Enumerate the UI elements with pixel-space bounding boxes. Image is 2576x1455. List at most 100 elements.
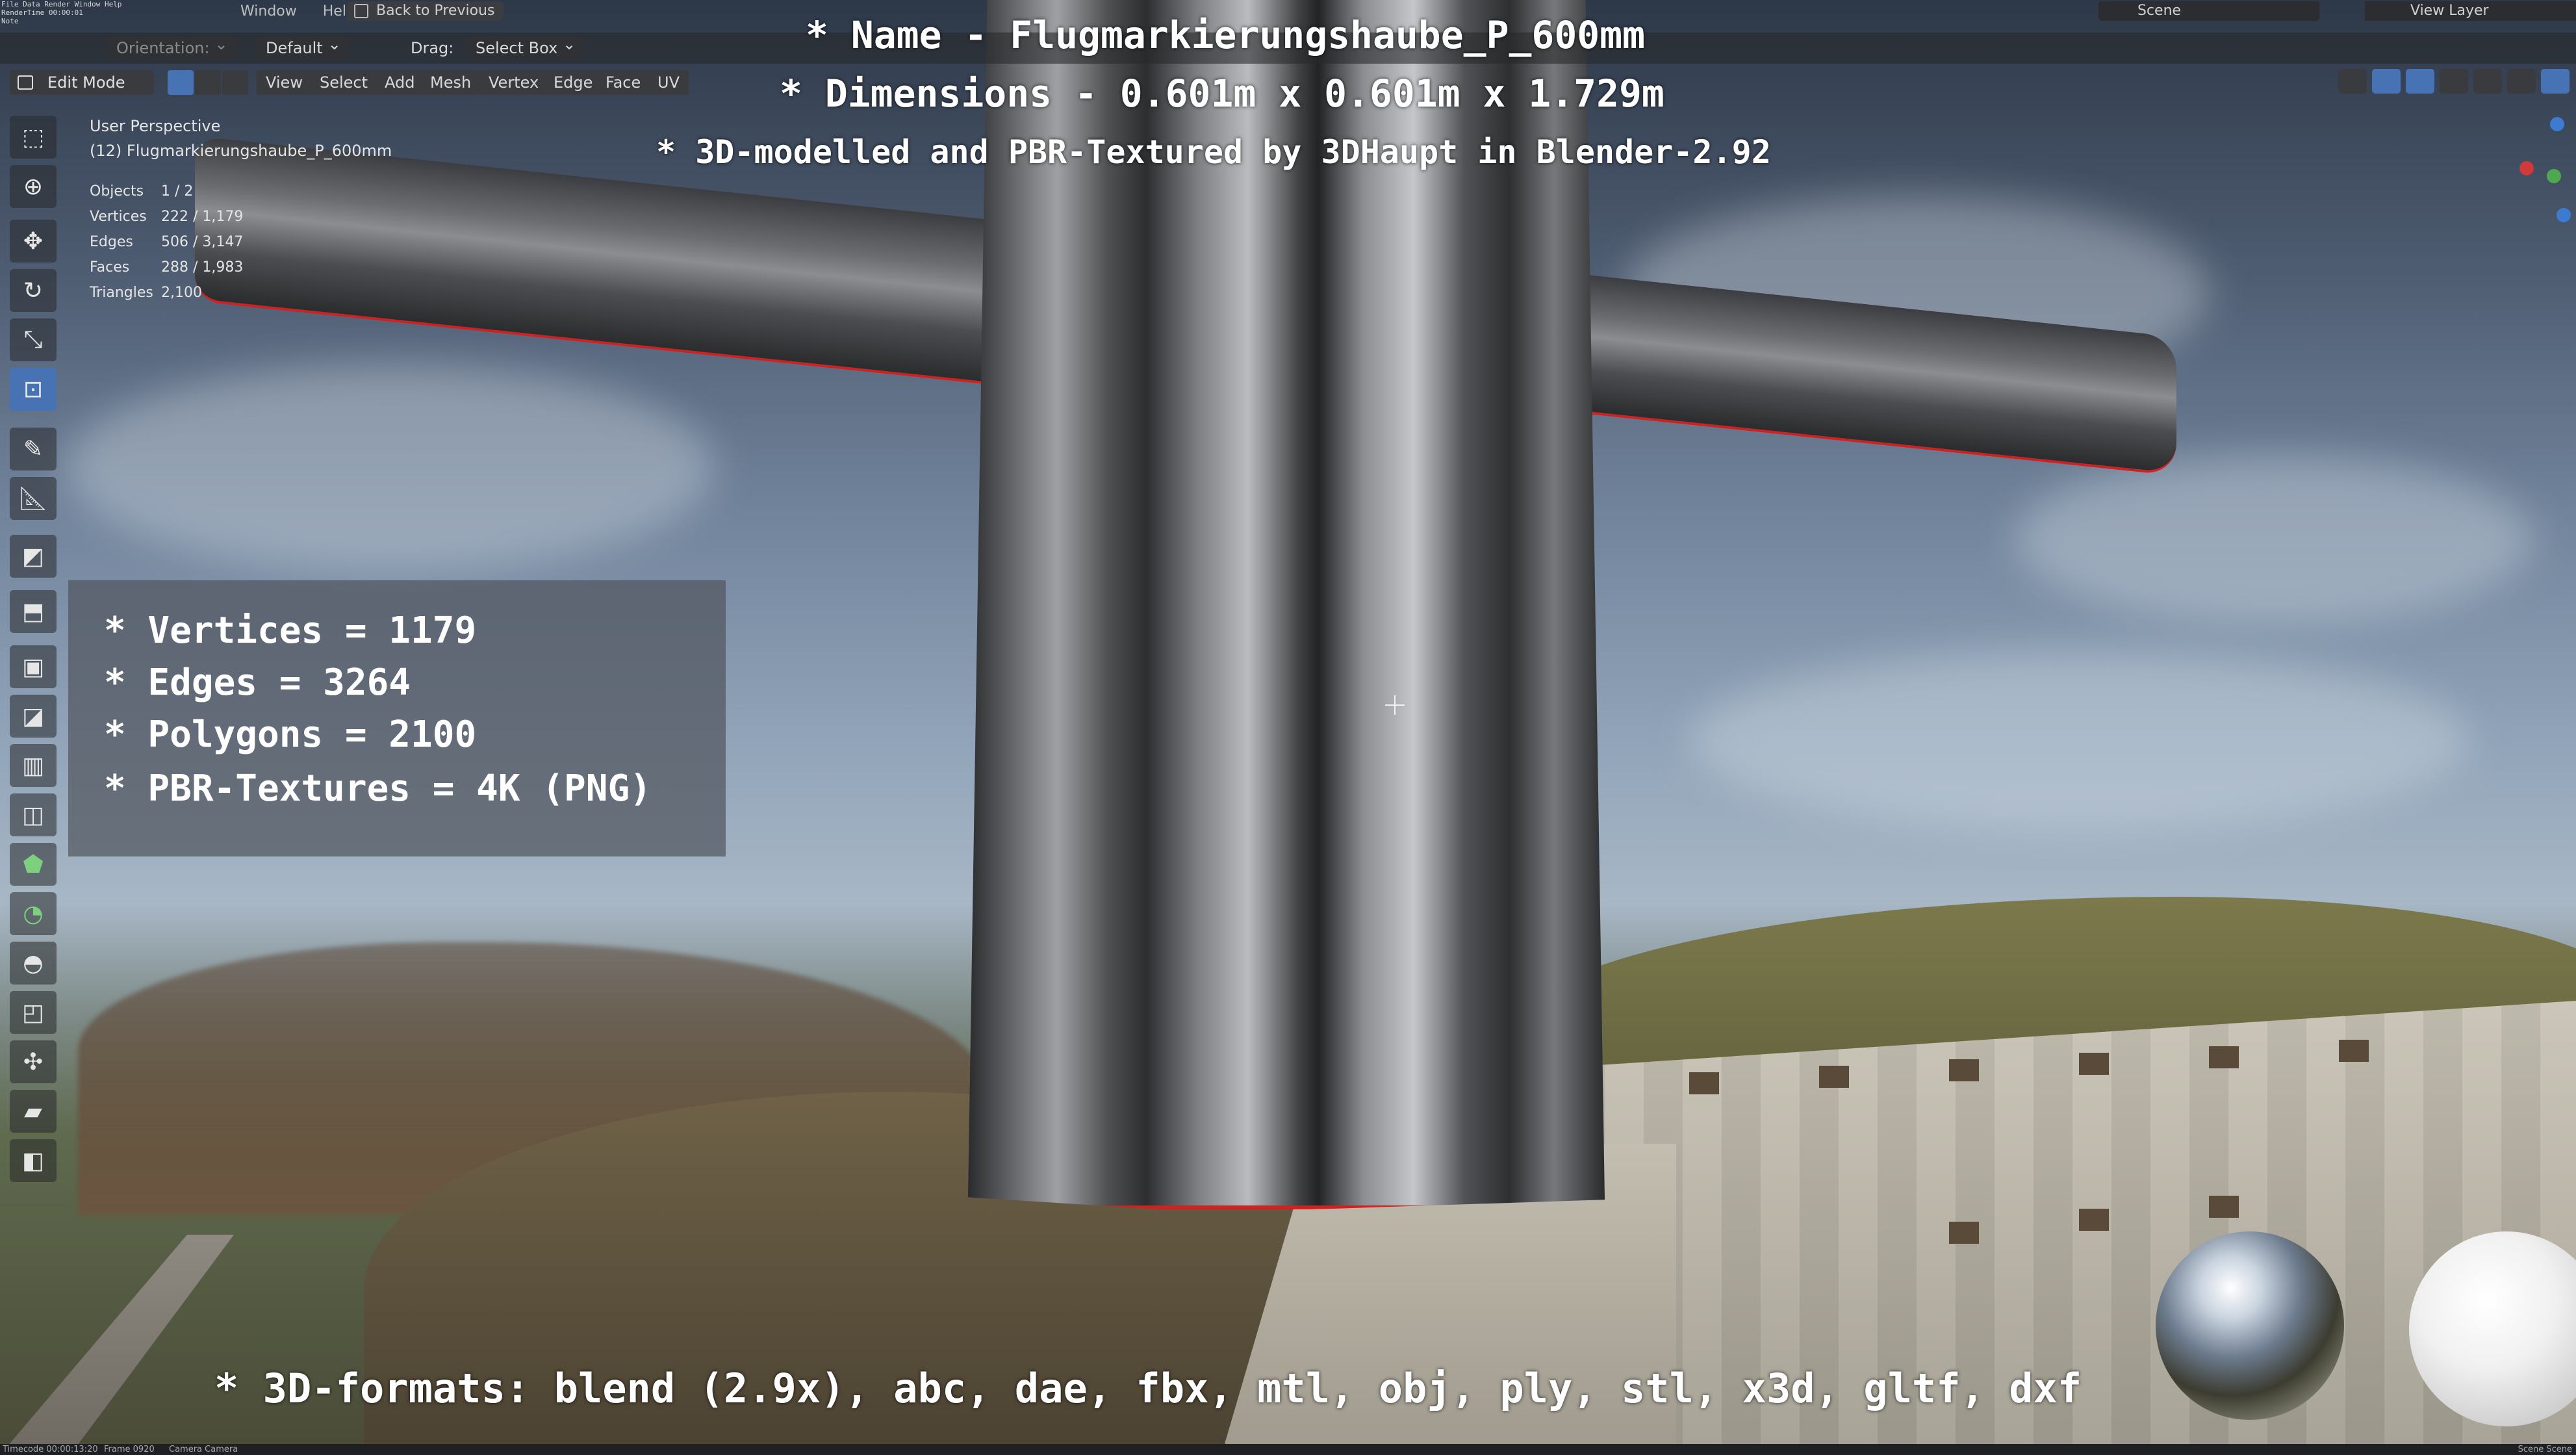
pivot-label: Default [266, 39, 323, 57]
fullscreen-icon [354, 4, 368, 18]
measure-icon[interactable]: 📐︎ [10, 477, 57, 520]
wall-embrasure [2079, 1209, 2109, 1231]
edit-mode-icon [18, 75, 33, 90]
smooth-icon[interactable]: ◓ [10, 942, 57, 985]
bevel-icon[interactable]: ◪ [10, 695, 57, 738]
mode-label: Edit Mode [47, 73, 125, 92]
menu-add[interactable]: Add [376, 70, 424, 95]
scene-label: Scene [2137, 3, 2182, 19]
scene-selector[interactable]: Scene [2098, 1, 2319, 21]
extrude-icon[interactable]: ⬒ [10, 590, 57, 633]
select-mode-buttons [168, 70, 248, 95]
edge-slide-icon[interactable]: ◰ [10, 991, 57, 1034]
edge-select-button[interactable] [195, 70, 221, 95]
rip-icon[interactable]: ◧ [10, 1139, 57, 1182]
stat-row: Faces 288 / 1,983 [90, 255, 243, 280]
back-to-previous-button[interactable]: Back to Previous [348, 1, 504, 21]
cursor-icon[interactable]: ⊕ [10, 165, 57, 208]
wall-embrasure [1949, 1222, 1979, 1244]
viewport-stats: Objects 1 / 2 Vertices 222 / 1,179 Edges 50… [90, 179, 243, 305]
dimensions-value: 0.601m x 0.601m x 1.729m [1119, 71, 1664, 116]
3d-cursor-icon[interactable] [1385, 695, 1405, 715]
overlay-stat-line: * Edges = 3264 [104, 662, 411, 704]
spin-icon[interactable]: ◔ [10, 892, 57, 935]
object-name-label: (12) Flugmarkierungshaube_P_600mm [90, 142, 392, 160]
rotate-icon[interactable]: ↻ [10, 269, 57, 312]
face-select-button[interactable] [222, 70, 248, 95]
menu-edge[interactable]: Edge [544, 70, 602, 95]
annotate-icon[interactable]: ✎ [10, 428, 57, 470]
stat-key: Faces [90, 259, 130, 276]
gizmo-neg-z-icon[interactable] [2557, 208, 2571, 222]
perspective-label: User Perspective [90, 117, 221, 135]
material-shading-icon[interactable] [2541, 69, 2570, 94]
wall-embrasure [2339, 1040, 2369, 1062]
stat-row: Objects 1 / 2 [90, 179, 243, 204]
menu-window[interactable]: Window [240, 3, 297, 19]
stat-key: Edges [90, 234, 133, 250]
gizmo-x-axis-icon[interactable] [2519, 161, 2534, 175]
status-scene: Scene Scene [2518, 1445, 2572, 1454]
drag-label: Drag: [411, 39, 454, 57]
transform-icon[interactable]: ⊡ [10, 368, 57, 411]
poly-build-icon[interactable]: ⬟ [10, 843, 57, 886]
pivot-dropdown[interactable]: Default [257, 32, 349, 60]
scale-icon[interactable]: ⤡ [10, 318, 57, 361]
menu-uv[interactable]: UV [648, 70, 689, 95]
inset-icon[interactable]: ▣ [10, 645, 57, 688]
overlay-stat-line: * Polygons = 2100 [104, 714, 477, 756]
gizmo-z-axis-icon[interactable] [2550, 117, 2564, 131]
xray-toggle-icon[interactable] [2440, 69, 2468, 94]
overlay-stat-line: * PBR-Textures = 4K (PNG) [104, 767, 652, 810]
shear-icon[interactable]: ▰ [10, 1090, 57, 1133]
select-box-icon[interactable]: ⬚ [10, 116, 57, 159]
wall-embrasure [1949, 1059, 1979, 1081]
stat-value: 506 / 3,147 [161, 234, 244, 250]
add-cube-icon[interactable]: ◩ [10, 535, 57, 578]
wall-embrasure [2209, 1196, 2239, 1218]
visibility-icon[interactable] [2338, 69, 2367, 94]
loop-cut-icon[interactable]: ▥ [10, 744, 57, 787]
knife-icon[interactable]: ◫ [10, 793, 57, 836]
overlay-stat-line: * Vertices = 1179 [104, 610, 477, 652]
orientation-dropdown[interactable]: Orientation: [107, 32, 236, 60]
menu-mesh[interactable]: Mesh [421, 70, 481, 95]
back-button-label: Back to Previous [376, 3, 495, 19]
menu-vertex[interactable]: Vertex [479, 70, 548, 95]
status-bar: Timecode 00:00:13:20 Frame 0920 Camera C… [0, 1444, 2576, 1455]
gizmo-y-axis-icon[interactable] [2547, 169, 2561, 183]
stat-value: 2,100 [161, 285, 202, 301]
model-arm-left[interactable] [195, 136, 1007, 387]
wireframe-shading-icon[interactable] [2473, 69, 2502, 94]
menu-view[interactable]: View [257, 70, 312, 95]
model-column[interactable] [968, 0, 1605, 1209]
cloud [1689, 650, 2469, 832]
orientation-label: Orientation: [116, 39, 210, 57]
cloud [2014, 455, 2534, 624]
status-frame: Frame 0920 [104, 1445, 155, 1454]
move-icon[interactable]: ✥ [10, 220, 57, 263]
wall-embrasure [1819, 1066, 1849, 1088]
solid-shading-icon[interactable] [2507, 69, 2536, 94]
shrink-fatten-icon[interactable]: ✣ [10, 1040, 57, 1083]
footpath [0, 1235, 234, 1455]
overlay-toggle-icon[interactable] [2406, 69, 2434, 94]
stat-value: 288 / 1,983 [161, 259, 244, 276]
stat-row: Edges 506 / 3,147 [90, 229, 243, 255]
menu-face[interactable]: Face [596, 70, 650, 95]
stat-key: Objects [90, 183, 144, 200]
gizmo-toggle-icon[interactable] [2372, 69, 2401, 94]
mode-dropdown[interactable]: Edit Mode [10, 70, 154, 95]
drag-dropdown[interactable]: Select Box [466, 32, 584, 60]
vertex-select-button[interactable] [168, 70, 194, 95]
menu-select[interactable]: Select [311, 70, 377, 95]
stat-value: 222 / 1,179 [161, 209, 244, 225]
view-layer-selector[interactable]: View Layer [2365, 1, 2576, 21]
stat-value: 1 / 2 [161, 183, 194, 200]
cloud [65, 364, 715, 572]
view-layer-label: View Layer [2410, 3, 2489, 19]
navigation-gizmo[interactable] [2501, 110, 2576, 240]
overlay-name-line: * Name - Flugmarkierungshaube_P_600mm [806, 13, 1646, 57]
overlay-formats-line: * 3D-formats: blend (2.9x), abc, dae, fb… [214, 1365, 2082, 1412]
wall-embrasure [2079, 1053, 2109, 1075]
